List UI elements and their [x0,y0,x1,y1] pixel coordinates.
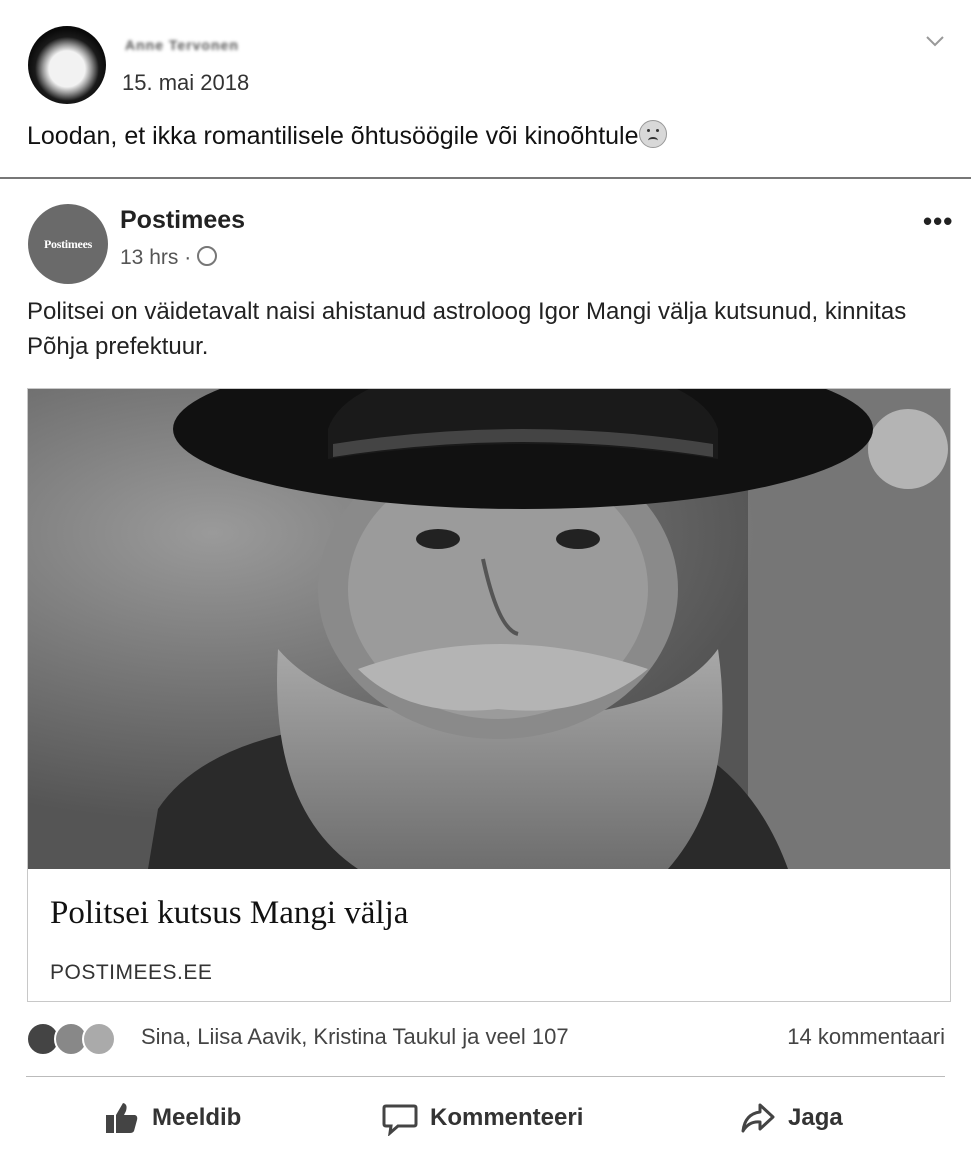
divider [26,1076,945,1077]
page-name[interactable]: Postimees [120,206,245,235]
post-text-content: Loodan, et ikka romantilisele õhtusöögil… [27,122,639,150]
chevron-down-icon[interactable] [924,30,946,52]
shared-post-time: 13 hrs · [120,246,218,270]
shared-post-text: Politsei on väidetavalt naisi ahistanud … [27,298,907,360]
comment-count[interactable]: 14 kommentaari [787,1024,945,1050]
link-title[interactable]: Politsei kutsus Mangi välja [50,895,408,932]
post-text: Loodan, et ikka romantilisele õhtusöögil… [27,120,667,151]
share-label: Jaga [788,1104,843,1131]
globe-icon [197,246,218,266]
shared-post: Postimees Postimees 13 hrs · ••• Politse… [5,182,965,1002]
post-date[interactable]: 15. mai 2018 [122,70,249,96]
link-domain: POSTIMEES.EE [50,961,213,984]
link-preview-image[interactable] [28,389,950,869]
like-button[interactable]: Meeldib [104,1094,241,1142]
reaction-icons[interactable] [26,1022,136,1056]
reaction-names[interactable]: Sina, Liisa Aavik, Kristina Taukul ja ve… [141,1024,569,1050]
thumbs-up-icon [106,1103,138,1133]
shared-post-time-text[interactable]: 13 hrs · [120,246,191,269]
like-label: Meeldib [152,1104,242,1131]
sad-face-emoji-icon [638,120,667,148]
divider [0,177,971,179]
page-avatar[interactable]: Postimees [28,204,108,284]
wow-icon [82,1022,116,1056]
share-button[interactable]: Jaga [740,1094,843,1142]
action-bar: Meeldib Kommenteeri Jaga [0,1090,971,1146]
share-arrow-icon [741,1103,775,1133]
link-preview-card[interactable]: Politsei kutsus Mangi välja POSTIMEES.EE [27,388,951,1002]
speech-bubble-icon [382,1104,418,1136]
page-logo-text: Postimees [44,236,92,251]
comment-label: Kommenteeri [430,1104,584,1131]
avatar[interactable] [28,26,106,104]
more-options-icon[interactable]: ••• [923,206,953,237]
post-header: Anne Tervonen 15. mai 2018 Loodan, et ik… [0,0,971,180]
author-name[interactable]: Anne Tervonen [125,37,239,53]
reactions-summary: Sina, Liisa Aavik, Kristina Taukul ja ve… [0,1008,971,1068]
comment-button[interactable]: Kommenteeri [382,1094,583,1142]
